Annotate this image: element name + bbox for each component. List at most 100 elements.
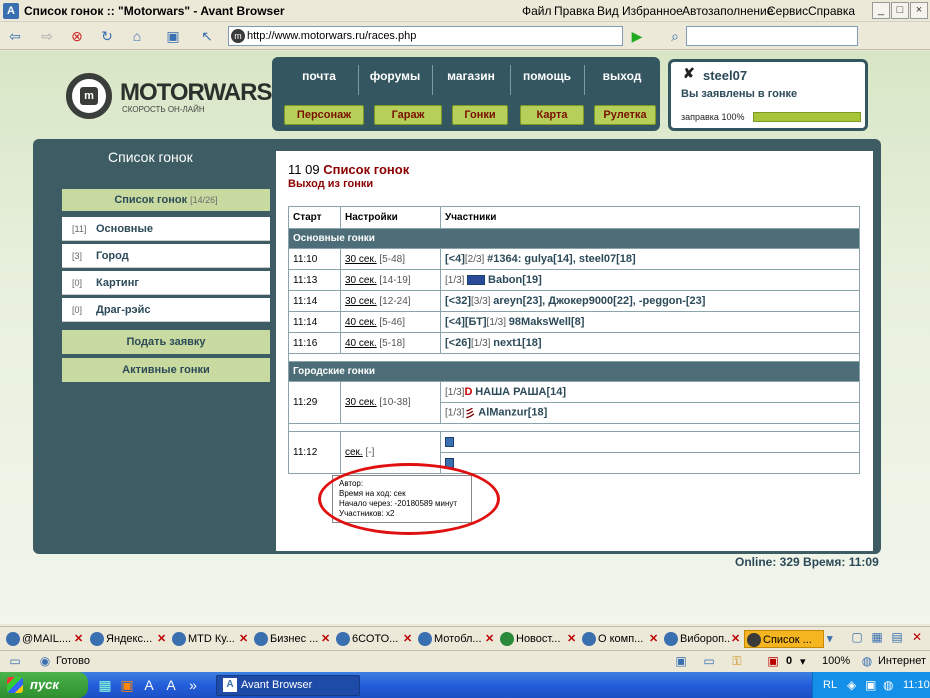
exit-race-link[interactable]: Выход из гонки — [288, 178, 373, 190]
tab-close-icon[interactable]: ✕ — [731, 632, 740, 645]
sidebar-header[interactable]: Список гонок [14/26] — [62, 189, 270, 211]
go-icon[interactable]: ▶ — [626, 26, 648, 46]
race-time-link[interactable]: 30 сек. — [345, 254, 377, 265]
zoom-dropdown-icon[interactable]: ▾ — [800, 655, 806, 668]
sidebar-item-main[interactable]: [11] Основные — [62, 217, 270, 241]
close-tab-icon[interactable]: ✕ — [906, 627, 928, 647]
tray-network-icon[interactable]: ▣ — [865, 672, 876, 698]
nav-garage-button[interactable]: Гараж — [374, 105, 442, 125]
race-racers[interactable]: #1364: gulya[14], steel07[18] — [487, 253, 636, 265]
start-button[interactable]: пуск — [0, 672, 88, 698]
race-start: 11:13 — [288, 269, 341, 291]
quicklaunch-expand-icon[interactable]: » — [182, 675, 204, 695]
menu-favorites[interactable]: Избранное — [622, 4, 683, 18]
menu-view[interactable]: Вид — [597, 4, 619, 18]
tab-favicon-icon — [582, 632, 596, 646]
tab-close-icon[interactable]: ✕ — [649, 632, 658, 645]
pointer-icon[interactable]: ↖ — [196, 26, 218, 46]
language-indicator[interactable]: RL — [823, 672, 837, 698]
address-bar[interactable]: m http://www.motorwars.ru/races.php — [228, 26, 623, 46]
tab-6soto[interactable]: 6СОТО... — [334, 630, 402, 648]
race-time-link[interactable]: сек. — [345, 447, 363, 458]
race-time-link[interactable]: 30 сек. — [345, 275, 377, 286]
close-window-icon[interactable]: × — [910, 2, 928, 19]
zoom-level[interactable]: 100% — [822, 655, 850, 667]
quicklaunch-browser-icon[interactable]: A — [138, 675, 160, 695]
tab-mail[interactable]: @MAIL.... — [4, 630, 72, 648]
sidebar-item-city[interactable]: [3] Город — [62, 244, 270, 268]
nav-help[interactable]: помощь — [510, 69, 584, 83]
tab-yandex[interactable]: Яндекс... — [88, 630, 156, 648]
nav-character-button[interactable]: Персонаж — [284, 105, 364, 125]
menu-help[interactable]: Справка — [808, 4, 855, 18]
home-icon[interactable]: ⌂ — [126, 26, 148, 46]
submit-application-button[interactable]: Подать заявку — [62, 330, 270, 354]
tab-close-icon[interactable]: ✕ — [239, 632, 248, 645]
tab-close-icon[interactable]: ✕ — [74, 632, 83, 645]
nav-forums[interactable]: форумы — [358, 69, 432, 83]
new-page-icon[interactable]: ▢ — [846, 627, 868, 647]
nav-shop[interactable]: магазин — [432, 69, 510, 83]
refresh-icon[interactable]: ↻ — [96, 26, 118, 46]
tab-vibrop[interactable]: Вибороп... — [662, 630, 730, 648]
tab-close-icon[interactable]: ✕ — [157, 632, 166, 645]
tray-speaker-icon[interactable]: ◈ — [847, 672, 856, 698]
race-start: 11:12 — [288, 431, 341, 474]
forward-arrow-icon[interactable]: ⇨ — [36, 26, 58, 46]
stop-icon[interactable]: ⊗ — [66, 26, 88, 46]
taskbar-app-button[interactable]: A Avant Browser — [216, 675, 360, 696]
tray-app-icon[interactable]: ◍ — [883, 672, 893, 698]
race-racers[interactable]: Babon[19] — [488, 274, 542, 286]
quicklaunch-app-icon[interactable]: ▣ — [116, 675, 138, 695]
race-racers[interactable]: НАША РАША[14] — [475, 386, 566, 398]
nav-roulette-button[interactable]: Рулетка — [594, 105, 656, 125]
tab-close-icon[interactable]: ✕ — [321, 632, 330, 645]
search-input[interactable] — [686, 26, 858, 46]
search-icon[interactable]: ⌕ — [664, 26, 686, 46]
race-racers[interactable]: areyn[23], Джокер9000[22], -peggon-[23] — [493, 295, 705, 307]
race-racers[interactable]: 98MaksWell[8] — [509, 316, 585, 328]
race-racers[interactable]: next1[18] — [493, 337, 541, 349]
race-time-link[interactable]: 40 сек. — [345, 338, 377, 349]
tile-icon[interactable]: ▦ — [866, 627, 888, 647]
menu-edit[interactable]: Правка — [554, 4, 595, 18]
race-racers[interactable]: AlManzur[18] — [478, 407, 547, 419]
menu-autofill[interactable]: Автозаполнение — [682, 4, 773, 18]
tab-race-list[interactable]: Список ... — [744, 630, 824, 648]
menu-tools[interactable]: Сервис — [767, 4, 808, 18]
popup-blocker-icon[interactable]: ▣ — [762, 651, 784, 671]
nav-races-button[interactable]: Гонки — [452, 105, 508, 125]
history-icon[interactable]: ▣ — [162, 26, 184, 46]
tab-dropdown-icon[interactable]: ▾ — [827, 632, 833, 645]
sidebar-item-karting[interactable]: [0] Картинг — [62, 271, 270, 295]
tab-close-icon[interactable]: ✕ — [485, 632, 494, 645]
race-prefix: [<26] — [445, 337, 471, 349]
tab-label: Новост... — [516, 633, 561, 645]
maximize-icon[interactable]: □ — [891, 2, 909, 19]
user-name[interactable]: steel07 — [703, 68, 747, 83]
cascade-icon[interactable]: ▤ — [886, 627, 908, 647]
race-ratio: [1/3] — [445, 275, 465, 286]
tab-about[interactable]: О комп... — [580, 630, 648, 648]
menu-file[interactable]: Файл — [522, 4, 552, 18]
status-panel-icon[interactable]: ▭ — [4, 651, 26, 671]
minimize-icon[interactable]: _ — [872, 2, 890, 19]
tab-motobl[interactable]: Мотобл... — [416, 630, 484, 648]
quicklaunch-browser2-icon[interactable]: A — [160, 675, 182, 695]
race-time-link[interactable]: 30 сек. — [345, 296, 377, 307]
active-races-button[interactable]: Активные гонки — [62, 358, 270, 382]
tab-close-icon[interactable]: ✕ — [403, 632, 412, 645]
tab-mtd[interactable]: MTD Ку... — [170, 630, 238, 648]
site-logo[interactable]: m MOTORWARS.RU СКОРОСТЬ ОН-ЛАЙН — [58, 65, 311, 127]
back-arrow-icon[interactable]: ⇦ — [4, 26, 26, 46]
nav-mail[interactable]: почта — [276, 69, 362, 83]
race-time-link[interactable]: 30 сек. — [345, 397, 377, 408]
tab-news[interactable]: Новост... — [498, 630, 566, 648]
tab-close-icon[interactable]: ✕ — [567, 632, 576, 645]
nav-logout[interactable]: выход — [584, 69, 660, 83]
nav-map-button[interactable]: Карта — [520, 105, 584, 125]
tab-business[interactable]: Бизнес ... — [252, 630, 320, 648]
sidebar-item-drag[interactable]: [0] Драг-рэйс — [62, 298, 270, 322]
quicklaunch-desktop-icon[interactable]: ▦ — [94, 675, 116, 695]
race-time-link[interactable]: 40 сек. — [345, 317, 377, 328]
